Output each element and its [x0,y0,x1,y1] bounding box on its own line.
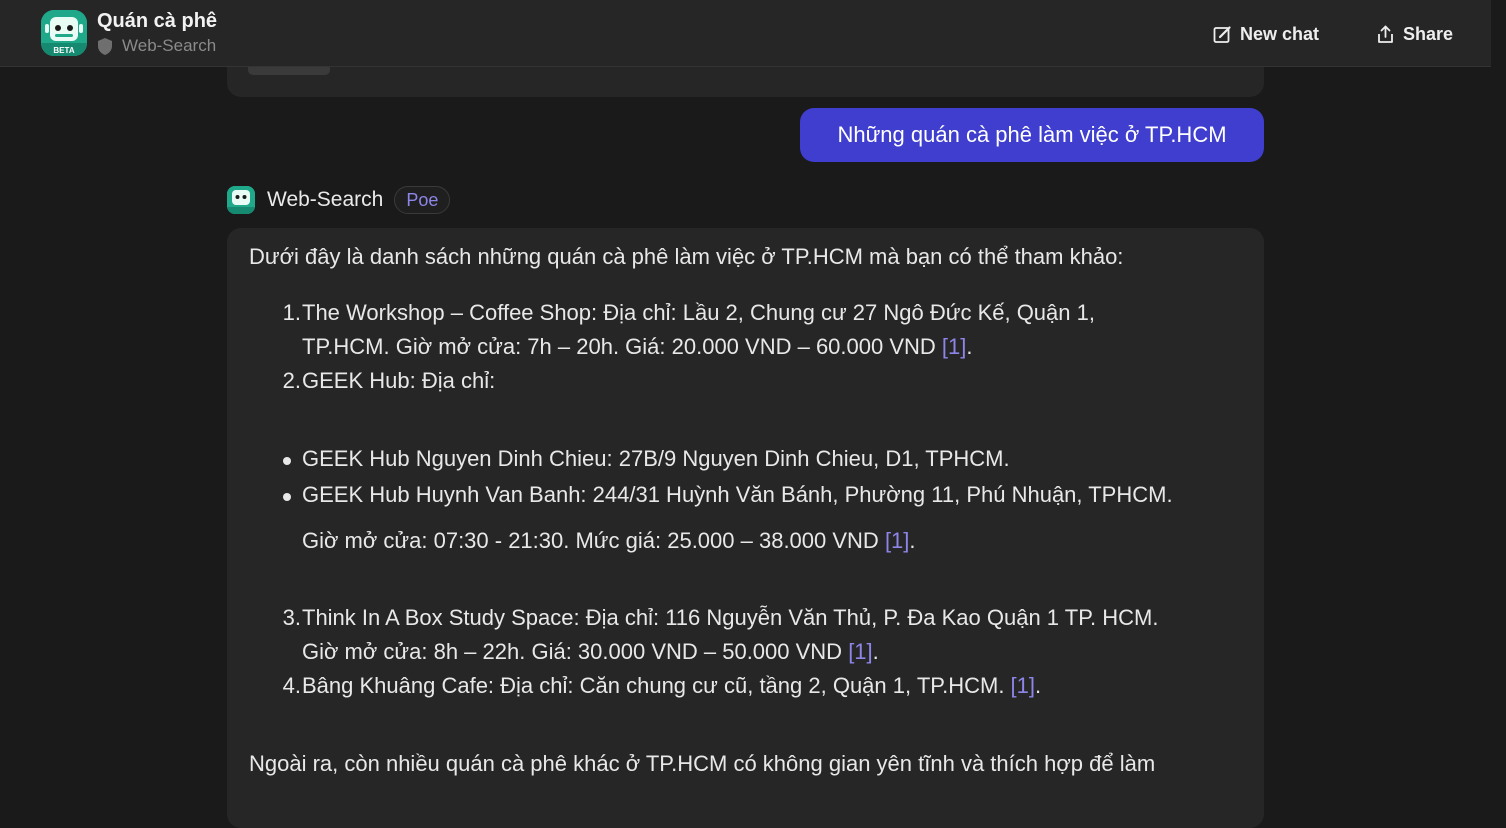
bot-avatar[interactable]: BETA [41,10,87,56]
previous-message-card [227,67,1264,97]
robot-icon: BETA [41,10,87,56]
top-bar: BETA Quán cà phê Web-Search New chat Sha… [0,0,1491,67]
list-item-line: Think In A Box Study Space: Địa chỉ: 116… [302,605,1159,630]
bullet-dot [283,493,291,501]
new-chat-label: New chat [1240,23,1320,44]
user-message-text: Những quán cà phê làm việc ở TP.HCM [837,122,1227,147]
avatar-badge-text: BETA [53,46,74,55]
bot-message-bubble: Dưới đây là danh sách những quán cà phê … [227,228,1264,828]
share-label: Share [1403,23,1454,44]
bot-intro-text: Dưới đây là danh sách những quán cà phê … [249,244,1124,269]
citation-link[interactable]: [1] [848,639,872,664]
previous-message-chip[interactable] [248,67,330,75]
bullet-text: GEEK Hub Huynh Van Banh: 244/31 Huỳnh Vă… [302,482,1173,507]
list-number: 2. [282,368,301,393]
list-number: 4. [282,673,301,698]
bot-subtitle[interactable]: Web-Search [97,36,217,56]
bot-outro-text: Ngoài ra, còn nhiều quán cà phê khác ở T… [249,751,1156,776]
scrollbar[interactable] [1491,0,1506,793]
bot-subtitle-label: Web-Search [122,36,217,55]
user-message-bubble: Những quán cà phê làm việc ở TP.HCM [800,108,1264,162]
list-item-line-2: Giờ mở cửa: 8h – 22h. Giá: 30.000 VND – … [302,639,879,664]
bullet-dot [283,457,291,465]
poe-badge: Poe [394,186,451,214]
list-item-line: GEEK Hub: Địa chỉ: [302,368,496,393]
citation-link[interactable]: [1] [1011,673,1035,698]
bot-avatar-small[interactable] [227,186,255,214]
list-item-line-2: TP.HCM. Giờ mở cửa: 7h – 20h. Giá: 20.00… [302,334,973,359]
new-chat-button[interactable]: New chat [1213,20,1319,48]
bot-name[interactable]: Web-Search [267,188,383,212]
citation-link[interactable]: [1] [942,334,966,359]
list-number: 1. [282,300,301,325]
geek-hub-hours: Giờ mở cửa: 07:30 - 21:30. Mức giá: 25.0… [302,528,916,553]
share-button[interactable]: Share [1376,20,1453,48]
edit-icon [1213,25,1231,43]
shield-icon [98,37,112,55]
list-item-line: The Workshop – Coffee Shop: Địa chỉ: Lầu… [302,300,1095,325]
chat-title[interactable]: Quán cà phê [97,9,217,33]
list-item-line: Bâng Khuâng Cafe: Địa chỉ: Căn chung cư … [302,673,1042,698]
chat-title-block: Quán cà phê Web-Search [97,9,217,56]
bot-message-header: Web-Search Poe [227,186,451,214]
list-number: 3. [282,605,301,630]
bullet-text: GEEK Hub Nguyen Dinh Chieu: 27B/9 Nguyen… [302,446,1010,471]
share-icon [1378,25,1393,43]
citation-link[interactable]: [1] [885,528,909,553]
robot-icon [227,186,255,214]
